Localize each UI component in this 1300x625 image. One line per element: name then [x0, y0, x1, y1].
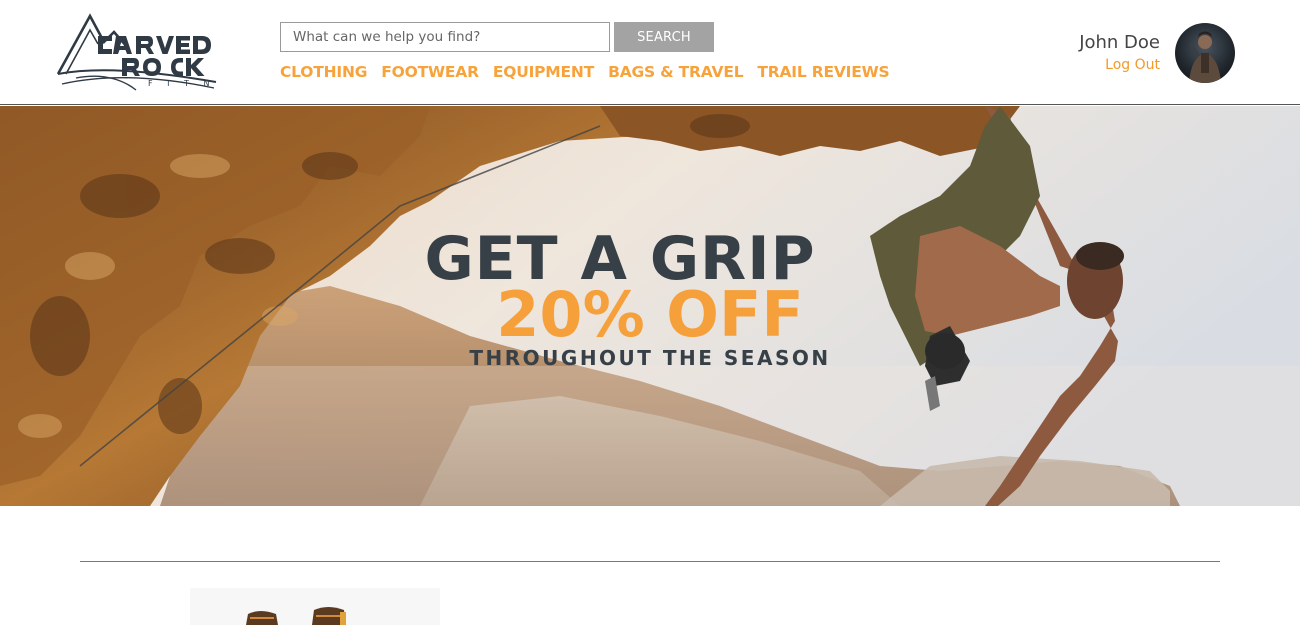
nav-item-bags-travel[interactable]: BAGS & TRAVEL [608, 63, 744, 81]
search-input[interactable] [280, 22, 610, 52]
product-image-boots[interactable] [190, 588, 440, 625]
search-button[interactable]: SEARCH [614, 22, 714, 52]
svg-text:F I T N E S S: F I T N E S S [148, 79, 218, 88]
product-image-item[interactable] [1010, 618, 1042, 625]
main-nav: CLOTHING FOOTWEAR EQUIPMENT BAGS & TRAVE… [280, 63, 904, 81]
nav-item-clothing[interactable]: CLOTHING [280, 63, 367, 81]
hero-discount: 20% OFF [496, 278, 804, 351]
avatar[interactable] [1175, 23, 1235, 83]
user-name: John Doe [1079, 32, 1160, 53]
boots-icon [246, 607, 346, 625]
user-photo-icon [1189, 31, 1221, 83]
site-header: F I T N E S S SEARCH CLOTHING FOOTWEAR E… [0, 0, 1300, 105]
nav-item-equipment[interactable]: EQUIPMENT [493, 63, 594, 81]
carved-rock-logo[interactable]: F I T N E S S [56, 12, 268, 92]
hero-banner[interactable]: GET A GRIP 20% OFF THROUGHOUT THE SEASON [0, 106, 1300, 506]
section-divider [80, 561, 1220, 562]
nav-item-trail-reviews[interactable]: TRAIL REVIEWS [757, 63, 889, 81]
hero-subtitle: THROUGHOUT THE SEASON [469, 346, 831, 370]
nav-item-footwear[interactable]: FOOTWEAR [381, 63, 479, 81]
logout-link[interactable]: Log Out [1105, 57, 1160, 73]
logo-mountain-icon: F I T N E S S [56, 13, 268, 91]
